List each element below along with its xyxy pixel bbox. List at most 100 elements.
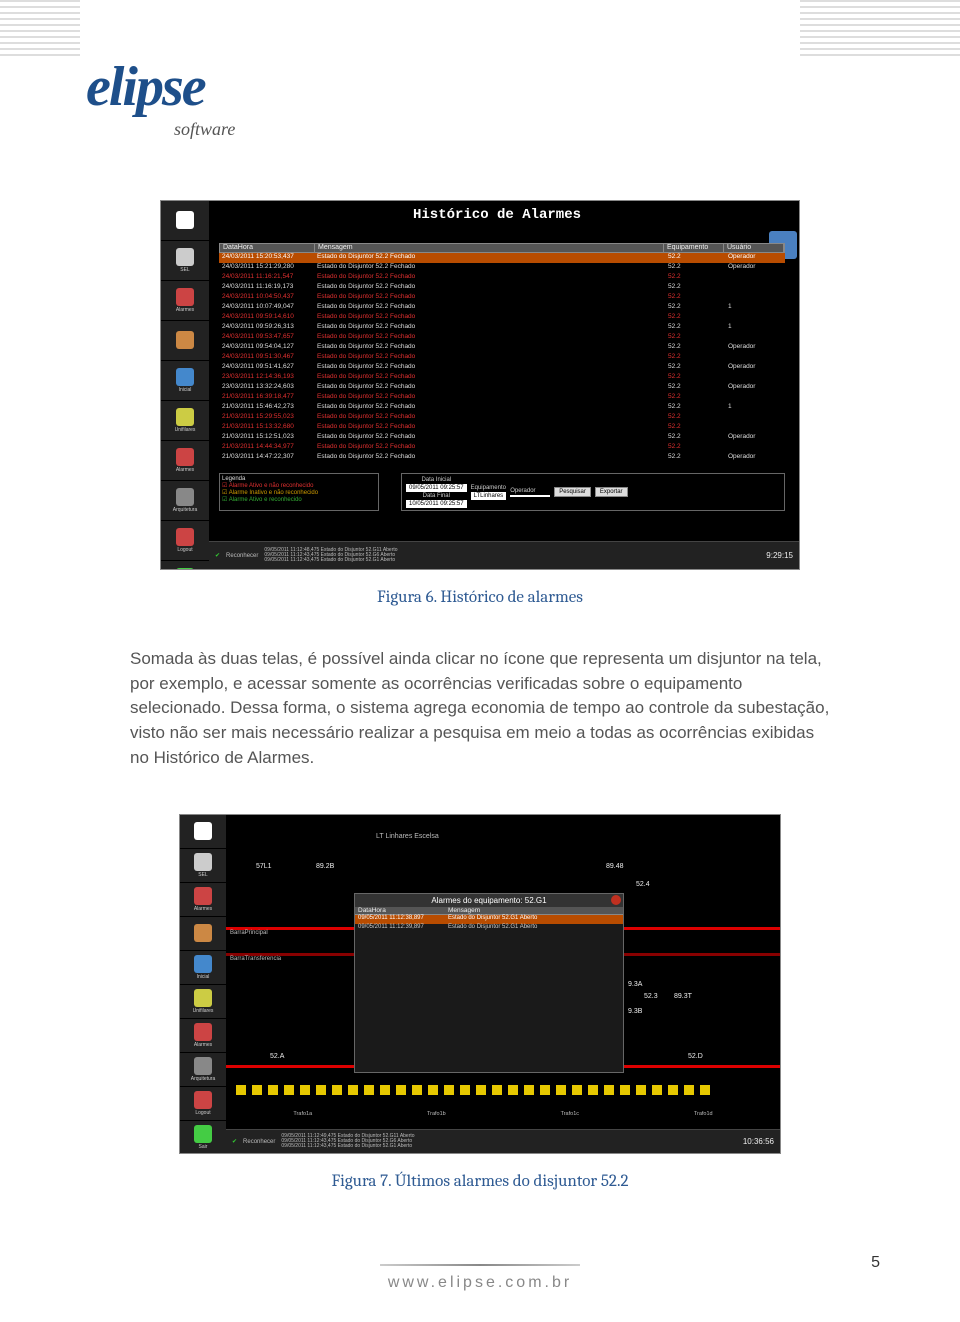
figure-6-screenshot: SELAlarmesInicialUnifilaresAlarmesArquit… [160, 200, 800, 570]
breaker-icon[interactable] [460, 1085, 470, 1095]
sidebar-item-exit-icon[interactable]: Sair [161, 561, 209, 570]
sidebar-item-users-icon[interactable] [161, 321, 209, 361]
alarm-row[interactable]: 21/03/2011 15:29:55,023Estado do Disjunt… [219, 413, 785, 423]
export-button[interactable]: Exportar [595, 487, 628, 497]
breaker-icon[interactable] [540, 1085, 550, 1095]
alarm-row[interactable]: 21/03/2011 16:39:18,477Estado do Disjunt… [219, 393, 785, 403]
popup-row[interactable]: 09/05/2011 11:12:38,897Estado do Disjunt… [355, 915, 623, 924]
date-final-input[interactable]: 10/05/2011 09:25:57 [406, 500, 467, 508]
breaker-icon[interactable] [476, 1085, 486, 1095]
legend-unack-inactive: ☑ Alarme Inativo e não reconhecido [222, 489, 376, 496]
alarm-row[interactable]: 24/03/2011 09:54:04,127Estado do Disjunt… [219, 343, 785, 353]
alarm-row[interactable]: 21/03/2011 14:44:34,977Estado do Disjunt… [219, 443, 785, 453]
popup-header: DataHora Mensagem [355, 907, 623, 915]
breaker-icon[interactable] [348, 1085, 358, 1095]
sidebar: SELAlarmesInicialUnifilaresAlarmesArquit… [180, 815, 226, 1153]
breaker-icon[interactable] [700, 1085, 710, 1095]
breaker-icon[interactable] [428, 1085, 438, 1095]
alarm-row[interactable]: 23/03/2011 13:32:24,603Estado do Disjunt… [219, 383, 785, 393]
alarms2-icon [194, 1023, 212, 1041]
breaker-icon[interactable] [300, 1085, 310, 1095]
operator-select[interactable] [510, 495, 550, 497]
alarm-row[interactable]: 21/03/2011 15:13:32,680Estado do Disjunt… [219, 423, 785, 433]
sidebar-item-arch-icon[interactable]: Arquitetura [161, 481, 209, 521]
sidebar-item-logo[interactable] [180, 815, 226, 849]
bus-transfer-label: BarraTransferencia [230, 956, 281, 962]
breaker-icon[interactable] [364, 1085, 374, 1095]
sidebar-item-logout-icon[interactable]: Logout [161, 521, 209, 561]
logout-icon [194, 1091, 212, 1109]
breaker-icon[interactable] [588, 1085, 598, 1095]
reading-93a: 9.3A [628, 981, 642, 988]
breaker-icon[interactable] [524, 1085, 534, 1095]
alarm-row[interactable]: 24/03/2011 09:59:26,313Estado do Disjunt… [219, 323, 785, 333]
date-initial-input[interactable]: 09/05/2011 09:25:57 [406, 484, 467, 492]
logout-icon [176, 528, 194, 546]
alarm-row[interactable]: 24/03/2011 10:04:50,437Estado do Disjunt… [219, 293, 785, 303]
sidebar-label: Logout [177, 547, 192, 553]
sidebar-item-arch-icon[interactable]: Arquitetura [180, 1053, 226, 1087]
breaker-icon[interactable] [412, 1085, 422, 1095]
unifilares-icon [194, 989, 212, 1007]
status-bar: ✔ Reconhecer 09/05/2011 11:12:49,475 Est… [226, 1129, 780, 1153]
breaker-icon[interactable] [652, 1085, 662, 1095]
alarm-row[interactable]: 23/03/2011 12:14:36,193Estado do Disjunt… [219, 373, 785, 383]
breaker-icon[interactable] [396, 1085, 406, 1095]
breaker-icon[interactable] [572, 1085, 582, 1095]
col-user: Usuário [724, 244, 784, 252]
alarm-row[interactable]: 24/03/2011 10:07:49,047Estado do Disjunt… [219, 303, 785, 313]
sidebar-item-logout-icon[interactable]: Logout [180, 1087, 226, 1121]
filter-bar: Data Inicial 09/05/2011 09:25:57 Data Fi… [401, 473, 785, 511]
alarm-row[interactable]: 21/03/2011 15:46:42,273Estado do Disjunt… [219, 403, 785, 413]
alarm-row[interactable]: 24/03/2011 11:16:21,547Estado do Disjunt… [219, 273, 785, 283]
popup-row[interactable]: 09/05/2011 11:12:39,897Estado do Disjunt… [355, 924, 623, 933]
sidebar-item-home-icon[interactable]: Inicial [180, 951, 226, 985]
alarm-row[interactable]: 21/03/2011 15:12:51,023Estado do Disjunt… [219, 433, 785, 443]
breaker-icon[interactable] [284, 1085, 294, 1095]
alarm-row[interactable]: 24/03/2011 15:20:53,437Estado do Disjunt… [219, 253, 785, 263]
breaker-icon[interactable] [316, 1085, 326, 1095]
sidebar-label: SEL [198, 872, 207, 878]
ack-button[interactable]: Reconhecer [243, 1139, 275, 1145]
alarm-row[interactable]: 24/03/2011 09:51:41,627Estado do Disjunt… [219, 363, 785, 373]
sidebar-item-alarms2-icon[interactable]: Alarmes [161, 441, 209, 481]
breaker-icon[interactable] [556, 1085, 566, 1095]
sidebar-item-alarms-icon[interactable]: Alarmes [161, 281, 209, 321]
breaker-icon[interactable] [620, 1085, 630, 1095]
alarm-rows: 24/03/2011 15:20:53,437Estado do Disjunt… [219, 253, 785, 468]
breaker-icon[interactable] [236, 1085, 246, 1095]
sidebar-label: Inicial [197, 974, 210, 980]
breaker-icon[interactable] [492, 1085, 502, 1095]
sidebar-item-exit-icon[interactable]: Sair [180, 1121, 226, 1154]
breaker-icon[interactable] [604, 1085, 614, 1095]
alarm-row[interactable]: 24/03/2011 11:16:19,173Estado do Disjunt… [219, 283, 785, 293]
breaker-icon[interactable] [508, 1085, 518, 1095]
ack-button[interactable]: Reconhecer [226, 553, 258, 559]
breaker-icon[interactable] [380, 1085, 390, 1095]
sidebar-item-unifilares-icon[interactable]: Unifilares [180, 985, 226, 1019]
sidebar-item-sel-icon[interactable]: SEL [180, 849, 226, 883]
sidebar-item-home-icon[interactable]: Inicial [161, 361, 209, 401]
breaker-icon[interactable] [444, 1085, 454, 1095]
alarm-row[interactable]: 24/03/2011 09:59:14,610Estado do Disjunt… [219, 313, 785, 323]
alarm-row[interactable]: 24/03/2011 15:21:29,280Estado do Disjunt… [219, 263, 785, 273]
sidebar-item-unifilares-icon[interactable]: Unifilares [161, 401, 209, 441]
search-button[interactable]: Pesquisar [554, 487, 591, 497]
alarm-row[interactable]: 24/03/2011 09:53:47,657Estado do Disjunt… [219, 333, 785, 343]
breaker-icon[interactable] [684, 1085, 694, 1095]
breaker-icon[interactable] [268, 1085, 278, 1095]
sidebar-item-alarms-icon[interactable]: Alarmes [180, 883, 226, 917]
sidebar-item-sel-icon[interactable]: SEL [161, 241, 209, 281]
equipment-select[interactable]: LTLinhares [471, 492, 507, 500]
breaker-icon[interactable] [252, 1085, 262, 1095]
reading-52a: 52.A [270, 1053, 284, 1060]
sidebar-item-alarms2-icon[interactable]: Alarmes [180, 1019, 226, 1053]
alarm-row[interactable]: 21/03/2011 14:47:22,307Estado do Disjunt… [219, 453, 785, 463]
sidebar-item-users-icon[interactable] [180, 917, 226, 951]
sidebar-item-logo[interactable] [161, 201, 209, 241]
breaker-icon[interactable] [636, 1085, 646, 1095]
breaker-icon[interactable] [332, 1085, 342, 1095]
close-icon[interactable] [611, 895, 621, 905]
breaker-icon[interactable] [668, 1085, 678, 1095]
alarm-row[interactable]: 24/03/2011 09:51:30,467Estado do Disjunt… [219, 353, 785, 363]
